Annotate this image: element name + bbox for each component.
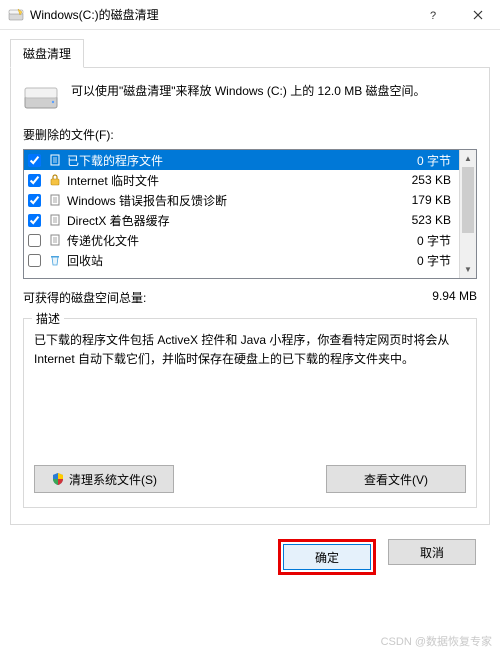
- ok-label: 确定: [315, 549, 339, 566]
- file-name: 回收站: [67, 252, 385, 269]
- file-list: 已下载的程序文件0 字节Internet 临时文件253 KBWindows 错…: [23, 149, 477, 279]
- scroll-down-icon[interactable]: ▼: [460, 261, 476, 278]
- view-files-label: 查看文件(V): [364, 471, 428, 488]
- recycle-icon: [47, 252, 63, 268]
- disk-cleanup-icon: [8, 7, 24, 23]
- scroll-thumb[interactable]: [462, 167, 474, 233]
- description-buttons: 清理系统文件(S) 查看文件(V): [34, 465, 466, 493]
- file-size: 0 字节: [385, 232, 455, 249]
- total-value: 9.94 MB: [432, 289, 477, 306]
- file-size: 0 字节: [385, 152, 455, 169]
- file-name: DirectX 着色器缓存: [67, 212, 385, 229]
- watermark: CSDN @数据恢复专家: [381, 633, 492, 649]
- cancel-label: 取消: [420, 544, 444, 561]
- file-size: 179 KB: [385, 193, 455, 207]
- clean-system-files-button[interactable]: 清理系统文件(S): [34, 465, 174, 493]
- file-icon: [47, 232, 63, 248]
- svg-text:?: ?: [429, 10, 435, 20]
- total-row: 可获得的磁盘空间总量: 9.94 MB: [23, 289, 477, 306]
- scroll-up-icon[interactable]: ▲: [460, 150, 476, 167]
- file-size: 523 KB: [385, 213, 455, 227]
- close-button[interactable]: [455, 0, 500, 30]
- file-row[interactable]: Internet 临时文件253 KB: [24, 170, 459, 190]
- description-group: 描述 已下载的程序文件包括 ActiveX 控件和 Java 小程序，你查看特定…: [23, 318, 477, 508]
- window-title: Windows(C:)的磁盘清理: [30, 6, 410, 23]
- file-row[interactable]: DirectX 着色器缓存523 KB: [24, 210, 459, 230]
- file-checkbox[interactable]: [28, 214, 41, 227]
- intro-text: 可以使用"磁盘清理"来释放 Windows (C:) 上的 12.0 MB 磁盘…: [71, 82, 426, 100]
- drive-icon: [23, 84, 59, 112]
- file-name: Windows 错误报告和反馈诊断: [67, 192, 385, 209]
- scrollbar[interactable]: ▲ ▼: [459, 150, 476, 278]
- client-area: 磁盘清理 可以使用"磁盘清理"来释放 Windows (C:) 上的 12.0 …: [0, 30, 500, 585]
- dialog-footer: 确定 取消: [10, 525, 490, 575]
- files-to-delete-label: 要删除的文件(F):: [23, 126, 477, 143]
- file-name: Internet 临时文件: [67, 172, 385, 189]
- file-row[interactable]: 已下载的程序文件0 字节: [24, 150, 459, 170]
- file-name: 已下载的程序文件: [67, 152, 385, 169]
- file-size: 253 KB: [385, 173, 455, 187]
- description-legend: 描述: [32, 310, 64, 327]
- file-name: 传递优化文件: [67, 232, 385, 249]
- description-text: 已下载的程序文件包括 ActiveX 控件和 Java 小程序，你查看特定网页时…: [34, 331, 466, 421]
- file-checkbox[interactable]: [28, 194, 41, 207]
- total-label: 可获得的磁盘空间总量:: [23, 289, 146, 306]
- intro-row: 可以使用"磁盘清理"来释放 Windows (C:) 上的 12.0 MB 磁盘…: [23, 82, 477, 112]
- ok-highlight: 确定: [278, 539, 376, 575]
- file-icon: [47, 192, 63, 208]
- file-icon: [47, 152, 63, 168]
- help-button[interactable]: ?: [410, 0, 455, 30]
- file-row[interactable]: 传递优化文件0 字节: [24, 230, 459, 250]
- file-checkbox[interactable]: [28, 234, 41, 247]
- lock-icon: [47, 172, 63, 188]
- tab-disk-cleanup[interactable]: 磁盘清理: [10, 39, 84, 68]
- file-size: 0 字节: [385, 252, 455, 269]
- shield-icon: [51, 472, 65, 486]
- file-icon: [47, 212, 63, 228]
- file-row[interactable]: Windows 错误报告和反馈诊断179 KB: [24, 190, 459, 210]
- file-checkbox[interactable]: [28, 254, 41, 267]
- view-files-button[interactable]: 查看文件(V): [326, 465, 466, 493]
- file-row[interactable]: 回收站0 字节: [24, 250, 459, 270]
- tab-strip: 磁盘清理: [10, 38, 490, 68]
- file-checkbox[interactable]: [28, 174, 41, 187]
- file-checkbox[interactable]: [28, 154, 41, 167]
- ok-button[interactable]: 确定: [283, 544, 371, 570]
- clean-system-label: 清理系统文件(S): [69, 471, 157, 488]
- tab-content: 可以使用"磁盘清理"来释放 Windows (C:) 上的 12.0 MB 磁盘…: [10, 68, 490, 525]
- cancel-button[interactable]: 取消: [388, 539, 476, 565]
- titlebar: Windows(C:)的磁盘清理 ?: [0, 0, 500, 30]
